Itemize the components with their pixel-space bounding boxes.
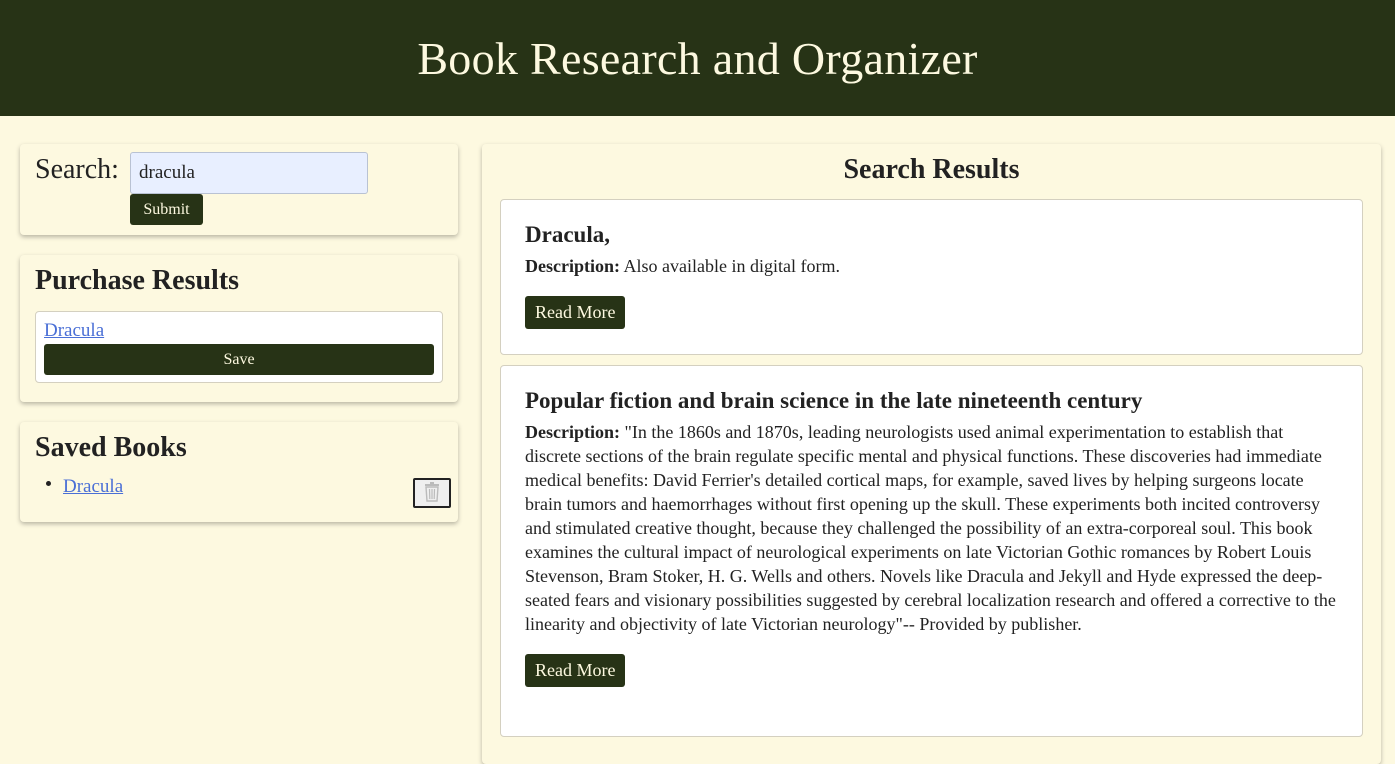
result-description: Description: Also available in digital f…	[525, 254, 1338, 278]
search-results-panel: Search Results Dracula, Description: Als…	[482, 144, 1381, 764]
read-more-button[interactable]: Read More	[525, 654, 625, 687]
description-text: "In the 1860s and 1870s, leading neurolo…	[525, 422, 1336, 634]
saved-books-card: Saved Books Dracula	[20, 422, 458, 522]
purchase-item: Dracula Save	[35, 311, 443, 383]
search-label: Search:	[35, 154, 119, 186]
save-button[interactable]: Save	[44, 344, 434, 375]
search-results-title: Search Results	[500, 144, 1363, 199]
result-card: Dracula, Description: Also available in …	[500, 199, 1363, 355]
description-label: Description:	[525, 422, 620, 442]
search-input[interactable]	[130, 152, 368, 194]
saved-books-list: Dracula	[35, 472, 443, 506]
result-title: Dracula,	[525, 222, 1338, 248]
saved-books-title: Saved Books	[35, 422, 443, 472]
app-header: Book Research and Organizer	[0, 0, 1395, 116]
description-label: Description:	[525, 256, 620, 276]
page-title: Book Research and Organizer	[417, 32, 977, 85]
purchase-results-card: Purchase Results Dracula Save	[20, 255, 458, 402]
read-more-button[interactable]: Read More	[525, 296, 625, 329]
saved-book-link[interactable]: Dracula	[63, 476, 123, 497]
delete-saved-book-button[interactable]	[413, 478, 451, 508]
purchase-results-title: Purchase Results	[35, 255, 443, 305]
saved-book-item: Dracula	[63, 472, 443, 506]
description-text: Also available in digital form.	[624, 256, 840, 276]
submit-button[interactable]: Submit	[130, 194, 203, 225]
result-description: Description: "In the 1860s and 1870s, le…	[525, 420, 1338, 636]
trash-icon	[423, 482, 441, 505]
result-title: Popular fiction and brain science in the…	[525, 388, 1338, 414]
search-card: Search: Submit	[20, 144, 458, 235]
purchase-item-link[interactable]: Dracula	[44, 320, 434, 344]
left-sidebar: Search: Submit Purchase Results Dracula …	[20, 144, 458, 542]
result-card: Popular fiction and brain science in the…	[500, 365, 1363, 737]
